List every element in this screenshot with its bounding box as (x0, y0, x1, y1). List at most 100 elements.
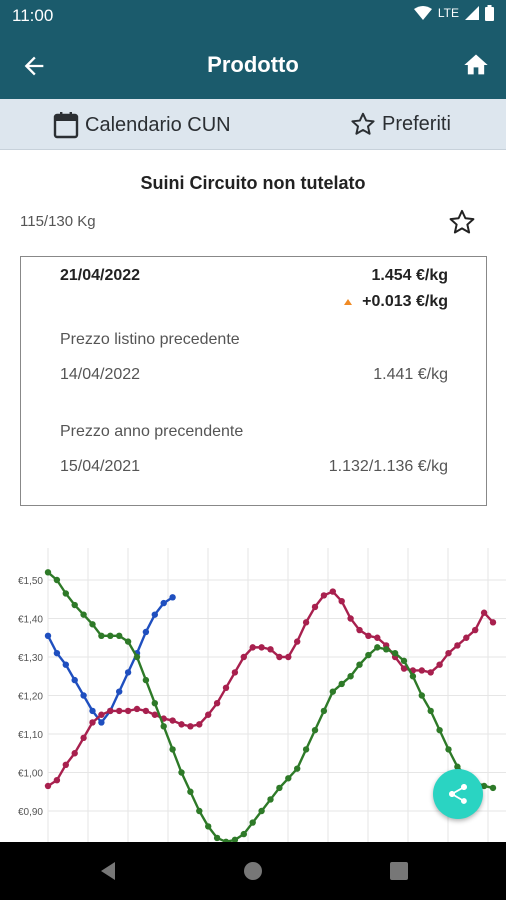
data-point (178, 769, 185, 776)
data-point (89, 707, 96, 715)
square-recents-icon (390, 862, 408, 880)
nav-home-button[interactable] (241, 859, 265, 883)
price-card: 21/04/2022 1.454 €/kg +0.013 €/kg Prezzo… (20, 256, 487, 506)
share-button[interactable] (433, 769, 483, 819)
data-point (169, 717, 176, 724)
home-icon (464, 54, 488, 75)
data-point (311, 726, 319, 734)
data-point (454, 642, 461, 649)
wifi-icon (413, 6, 432, 20)
data-point (98, 719, 105, 726)
circle-home-icon (244, 862, 262, 880)
data-point (116, 707, 123, 715)
data-point (80, 734, 87, 742)
previous-year-price: 1.132/1.136 €/kg (328, 458, 448, 475)
star-outline-icon (449, 209, 475, 234)
calendar-cun-button[interactable]: Calendario CUN (53, 111, 231, 139)
data-point (427, 669, 434, 676)
app-bar: Prodotto (0, 32, 506, 99)
data-point (302, 746, 310, 753)
data-point (142, 707, 150, 715)
data-point (276, 784, 283, 792)
y-tick-label: €1,00 (18, 769, 43, 780)
data-point (205, 711, 212, 718)
previous-year-date: 15/04/2021 (60, 458, 141, 475)
y-tick-label: €0,90 (18, 807, 43, 818)
data-point (285, 775, 292, 782)
data-point (160, 723, 167, 730)
data-point (53, 649, 61, 657)
data-point (489, 619, 497, 626)
data-point (98, 632, 105, 640)
favorite-toggle-button[interactable] (448, 208, 476, 236)
calendar-icon (53, 112, 79, 139)
status-icons: LTE (413, 5, 494, 21)
data-point (133, 653, 141, 661)
data-point (311, 603, 319, 611)
data-point (98, 711, 105, 718)
home-button[interactable] (462, 51, 490, 79)
data-point (213, 834, 221, 842)
data-point (320, 707, 328, 715)
data-point (285, 653, 292, 661)
data-point (151, 700, 158, 707)
data-point (89, 621, 96, 628)
favorites-label: Preferiti (382, 112, 451, 135)
data-point (240, 830, 247, 838)
y-tick-label: €1,40 (18, 615, 43, 626)
product-title: Suini Circuito non tutelato (140, 173, 366, 193)
data-point (80, 692, 87, 699)
data-point (463, 634, 470, 641)
data-point (71, 676, 78, 684)
data-point (302, 619, 310, 626)
y-tick-label: €1,10 (18, 730, 43, 741)
data-point (267, 646, 274, 653)
data-point (80, 611, 87, 618)
data-point (44, 632, 52, 640)
nav-recents-button[interactable] (387, 859, 411, 883)
data-point (44, 569, 52, 576)
signal-icon (465, 6, 479, 20)
data-point (356, 661, 363, 668)
data-point (196, 807, 203, 815)
data-point (356, 626, 363, 634)
calendar-cun-label: Calendario CUN (85, 113, 231, 136)
previous-list-date: 14/04/2022 (60, 366, 141, 383)
triangle-back-icon (101, 862, 115, 880)
data-point (436, 661, 443, 668)
data-point (320, 592, 328, 599)
data-point (151, 711, 158, 718)
data-point (329, 688, 336, 695)
page-title: Prodotto (207, 52, 299, 77)
data-point (222, 684, 230, 691)
data-point (391, 649, 399, 657)
data-point (445, 746, 452, 753)
data-point (62, 761, 69, 768)
data-point (178, 721, 185, 728)
sub-bar: Calendario CUN Preferiti (0, 99, 506, 150)
favorites-button[interactable]: Preferiti (350, 111, 451, 137)
data-point (160, 599, 167, 607)
data-point (427, 707, 434, 715)
data-point (436, 726, 443, 734)
data-point (489, 784, 497, 792)
nav-back-button[interactable] (96, 859, 120, 883)
data-point (365, 632, 372, 640)
data-point (409, 673, 417, 680)
data-point (44, 782, 52, 790)
star-outline-icon (351, 112, 375, 135)
data-point (151, 611, 158, 618)
data-point (142, 676, 150, 684)
data-point (142, 628, 150, 636)
battery-icon (485, 5, 494, 21)
data-point (383, 646, 390, 653)
data-point (213, 700, 221, 707)
data-point (445, 649, 452, 657)
previous-list-label: Prezzo listino precedente (60, 331, 240, 348)
data-point (418, 692, 425, 699)
data-point (71, 750, 78, 757)
data-point (267, 796, 274, 803)
data-point (294, 638, 301, 645)
data-point (240, 653, 247, 661)
data-point (187, 723, 194, 730)
